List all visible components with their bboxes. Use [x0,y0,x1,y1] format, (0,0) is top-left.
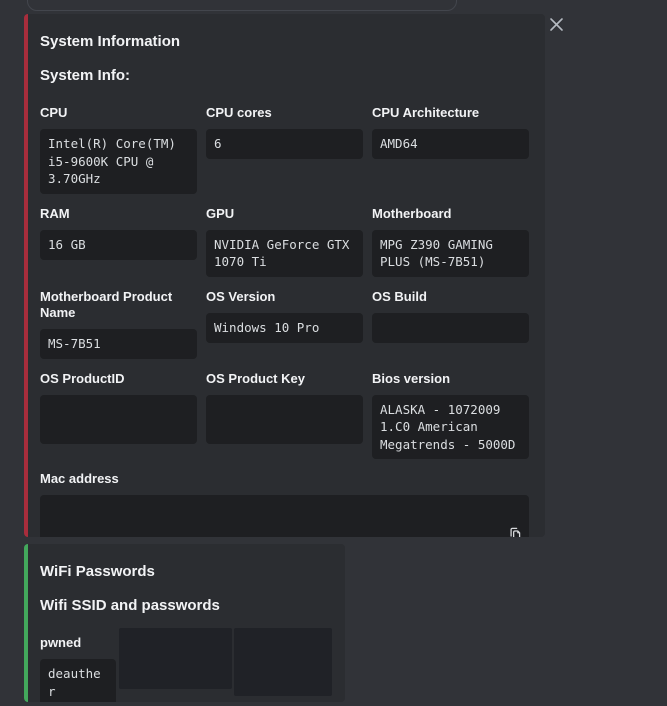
field-motherboard-product-name: Motherboard Product Name MS-7B51 [40,289,197,359]
field-label: pwned [40,635,116,651]
field-os-build: OS Build [372,289,529,359]
system-fields-grid: CPU Intel(R) Core(TM) i5-9600K CPU @ 3.7… [40,105,529,537]
field-cpu-cores: CPU cores 6 [206,105,363,194]
field-label: OS ProductID [40,371,197,387]
field-value[interactable]: ALASKA - 1072009 1.C0 American Megatrend… [372,395,529,460]
field-value[interactable] [206,395,363,444]
field-cpu-architecture: CPU Architecture AMD64 [372,105,529,194]
field-os-product-key: OS Product Key [206,371,363,460]
embed-subtitle: Wifi SSID and passwords [40,596,333,616]
field-cpu: CPU Intel(R) Core(TM) i5-9600K CPU @ 3.7… [40,105,197,194]
redacted-box [119,628,232,689]
field-value[interactable]: 6 [206,129,363,159]
field-value[interactable] [40,395,197,444]
field-label: RAM [40,206,197,222]
field-value[interactable]: Intel(R) Core(TM) i5-9600K CPU @ 3.70GHz [40,129,197,194]
field-label: Bios version [372,371,529,387]
field-value[interactable] [40,495,529,537]
embed-subtitle: System Info: [40,66,529,86]
field-value[interactable]: Windows 10 Pro [206,313,363,343]
close-button[interactable] [544,12,568,36]
field-value[interactable]: MPG Z390 GAMING PLUS (MS-7B51) [372,230,529,277]
field-value[interactable] [372,313,529,343]
previous-message-outline [27,0,457,11]
field-label: GPU [206,206,363,222]
field-value[interactable]: deauther [40,659,116,702]
field-label: OS Version [206,289,363,305]
field-value[interactable]: NVIDIA GeForce GTX 1070 Ti [206,230,363,277]
field-pwned: pwned deauther [40,635,116,702]
field-value[interactable]: 16 GB [40,230,197,260]
field-label: Motherboard [372,206,529,222]
embed-title: System Information [40,32,529,52]
copy-icon [504,495,524,537]
field-label: CPU [40,105,197,121]
field-label: OS Product Key [206,371,363,387]
close-icon [549,17,564,32]
field-value[interactable]: MS-7B51 [40,329,197,359]
field-gpu: GPU NVIDIA GeForce GTX 1070 Ti [206,206,363,277]
field-bios-version: Bios version ALASKA - 1072009 1.C0 Ameri… [372,371,529,460]
field-label: Motherboard Product Name [40,289,197,321]
redacted-box [234,628,332,696]
embed-title: WiFi Passwords [40,562,333,582]
field-mac-address: Mac address [40,471,529,537]
field-ram: RAM 16 GB [40,206,197,277]
field-motherboard: Motherboard MPG Z390 GAMING PLUS (MS-7B5… [372,206,529,277]
field-os-productid: OS ProductID [40,371,197,460]
field-os-version: OS Version Windows 10 Pro [206,289,363,359]
system-information-embed: System Information System Info: CPU Inte… [24,14,545,537]
field-label: CPU Architecture [372,105,529,121]
wifi-passwords-embed: WiFi Passwords Wifi SSID and passwords p… [24,544,345,702]
field-label: CPU cores [206,105,363,121]
wifi-row: pwned deauther [40,628,333,702]
field-value[interactable]: AMD64 [372,129,529,159]
field-label: Mac address [40,471,529,487]
field-label: OS Build [372,289,529,305]
copy-button[interactable] [504,517,524,537]
